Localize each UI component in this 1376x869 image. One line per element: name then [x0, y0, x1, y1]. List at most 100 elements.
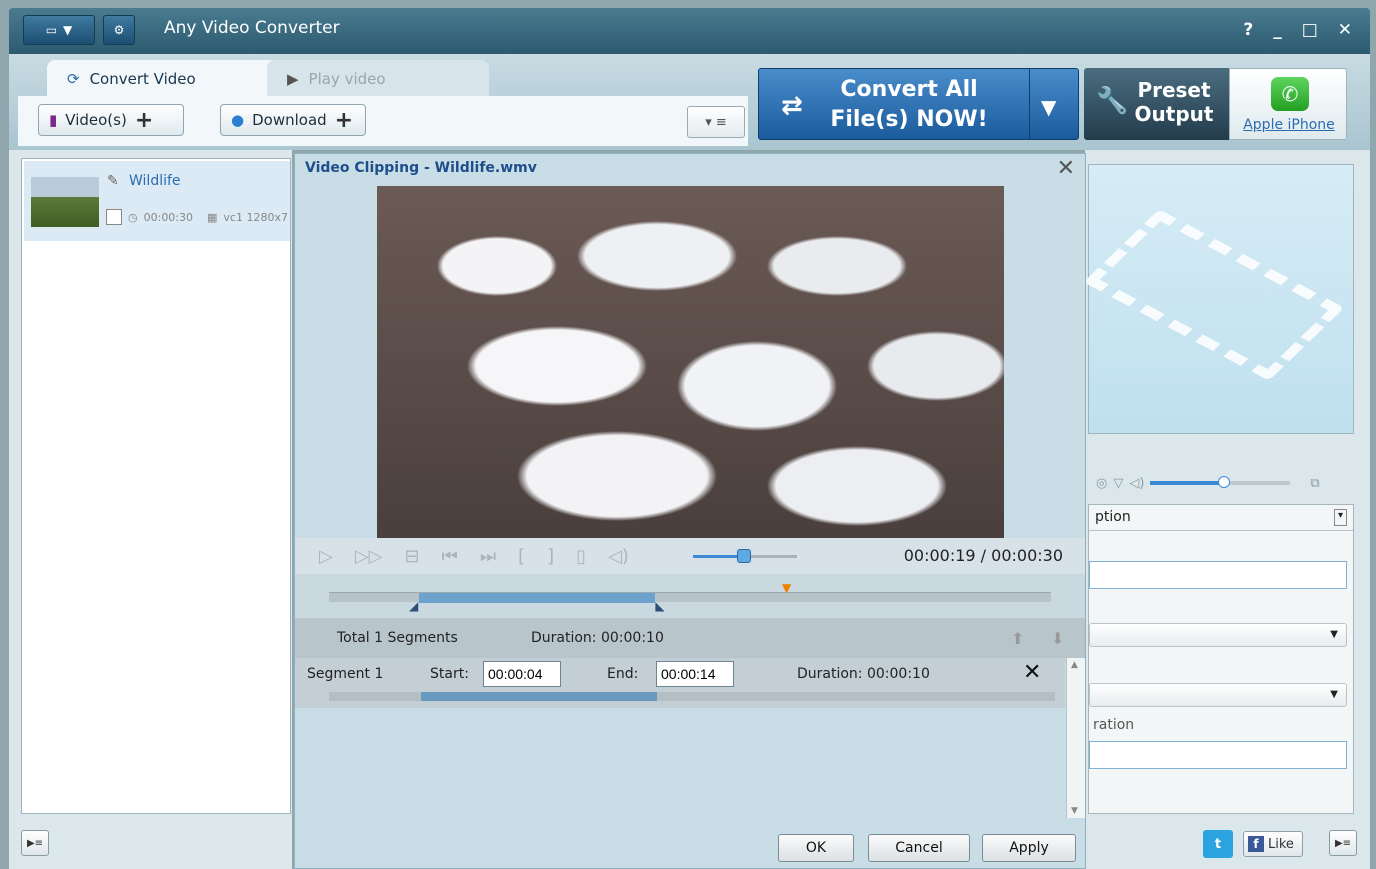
stop-icon[interactable]: ⊟	[405, 546, 420, 567]
tab-label: Play video	[308, 70, 386, 88]
play-icon[interactable]: ▷	[319, 546, 333, 567]
dialog-title: Video Clipping - Wildlife.wmv	[305, 160, 537, 176]
total-duration: Duration: 00:00:10	[531, 630, 664, 646]
download-button[interactable]: ● Download +	[220, 104, 366, 136]
start-label: Start:	[430, 666, 469, 682]
end-time-input[interactable]	[656, 661, 734, 687]
collapse-icon[interactable]: ▾	[1333, 509, 1347, 526]
video-thumbnail	[31, 177, 99, 227]
tab-label: Convert Video	[89, 70, 196, 88]
title-bar: ▭ ▼ ⚙ Any Video Converter ? _ □ ✕	[9, 8, 1370, 54]
segment-scrollbar[interactable]: ▲ ▼	[1066, 658, 1085, 818]
scroll-down-icon[interactable]: ▼	[1071, 806, 1078, 816]
option-select[interactable]: ▼	[1089, 683, 1347, 707]
download-label: Download	[252, 111, 327, 129]
minimize-button[interactable]: _	[1273, 20, 1282, 40]
sync-icon: ⇄	[781, 91, 803, 121]
playhead-marker[interactable]: ▼	[782, 581, 791, 595]
add-videos-label: Video(s)	[65, 111, 127, 129]
start-time-input[interactable]	[483, 661, 561, 687]
move-up-icon[interactable]: ⬆	[1011, 629, 1024, 648]
clip-timeline[interactable]: ▼ ◢ ◣	[295, 574, 1085, 618]
video-frame	[377, 186, 1004, 538]
close-button[interactable]: ✕	[1338, 20, 1352, 40]
gear-icon: ⚙	[113, 23, 125, 37]
segment-row[interactable]: Segment 1 Start: End: Duration: 00:00:10…	[295, 658, 1065, 708]
time-display: 00:00:19 / 00:00:30	[903, 546, 1063, 565]
total-segments: Total 1 Segments	[337, 630, 458, 646]
facebook-like-button[interactable]: f Like	[1243, 831, 1303, 857]
app-title: Any Video Converter	[164, 18, 340, 38]
help-button[interactable]: ?	[1243, 20, 1253, 40]
start-handle-icon[interactable]: ◢	[409, 599, 418, 613]
speaker-icon[interactable]: ◁)	[1129, 476, 1144, 491]
device-label: Apple iPhone	[1243, 117, 1335, 133]
convert-all-button[interactable]: ⇄ Convert All File(s) NOW! ▼	[758, 68, 1079, 140]
tab-convert-video[interactable]: ⟳ Convert Video	[47, 60, 279, 98]
file-name[interactable]: Wildlife	[129, 173, 181, 189]
sub-toolbar: ▮ Video(s) + ● Download +	[18, 96, 748, 146]
snapshot-icon[interactable]: ▯	[576, 546, 586, 567]
file-panel: ✎ Wildlife ◷ 00:00:30 ▦ vc1 1280x7 ▶≡	[9, 150, 292, 869]
timeline-selected-segment[interactable]	[419, 593, 656, 603]
chevron-down-icon[interactable]: ▼	[1041, 95, 1056, 119]
wrench-icon: 🔧	[1096, 86, 1129, 116]
options-panel: ption ▾ ▼ ▼ ration	[1088, 504, 1354, 814]
add-videos-button[interactable]: ▮ Video(s) +	[38, 104, 184, 136]
file-list: ✎ Wildlife ◷ 00:00:30 ▦ vc1 1280x7	[21, 158, 291, 814]
menu-icon: ▾ ≡	[705, 114, 727, 130]
list-item[interactable]: ✎ Wildlife ◷ 00:00:30 ▦ vc1 1280x7	[24, 161, 290, 241]
monitor-icon: ▭	[45, 23, 58, 37]
segments-header: Total 1 Segments Duration: 00:00:10 ⬆ ⬇	[295, 618, 1085, 658]
mark-start-icon[interactable]: [	[518, 546, 525, 567]
file-codec: vc1 1280x7	[223, 210, 288, 224]
prev-frame-icon[interactable]: ⏮	[442, 546, 458, 567]
maximize-button[interactable]: □	[1302, 20, 1318, 40]
toggle-panel-button[interactable]: ▶≡	[1329, 830, 1357, 856]
plus-icon: +	[334, 107, 354, 133]
file-checkbox[interactable]	[106, 209, 122, 225]
camera-icon[interactable]: ◎	[1096, 476, 1107, 491]
scroll-up-icon[interactable]: ▲	[1071, 660, 1078, 670]
chevron-down-icon: ▼	[63, 23, 73, 37]
mark-end-icon[interactable]: ]	[547, 546, 554, 567]
preview-controls: ◎ ▽ ◁) ⧉	[1088, 468, 1354, 498]
segment-name: Segment 1	[307, 666, 384, 682]
preset-output-button[interactable]: 🔧 Preset Output	[1084, 68, 1229, 140]
fullscreen-icon[interactable]: ⧉	[1310, 476, 1319, 491]
film-strip-icon	[1083, 209, 1345, 381]
apply-button[interactable]: Apply	[982, 834, 1076, 862]
close-icon[interactable]: ✕	[1057, 156, 1075, 181]
option-text-field[interactable]	[1089, 741, 1347, 769]
settings-button[interactable]: ⚙	[103, 15, 135, 45]
volume-slider[interactable]	[1150, 476, 1291, 488]
device-profile-button[interactable]: ✆ Apple iPhone	[1229, 68, 1347, 140]
next-frame-icon[interactable]: ⏭	[480, 546, 496, 567]
end-handle-icon[interactable]: ◣	[655, 599, 664, 613]
volume-slider[interactable]	[693, 549, 797, 563]
ok-button[interactable]: OK	[778, 834, 854, 862]
tab-play-video[interactable]: ▶ Play video	[267, 60, 489, 98]
delete-segment-icon[interactable]: ✕	[1023, 660, 1041, 685]
timeline-track[interactable]: ▼ ◢ ◣	[329, 581, 1051, 613]
option-select[interactable]: ▼	[1089, 623, 1347, 647]
speaker-icon[interactable]: ◁)	[608, 546, 629, 567]
menu-button[interactable]: ▭ ▼	[23, 15, 95, 45]
list-menu-button[interactable]: ▾ ≡	[687, 106, 745, 138]
cancel-button[interactable]: Cancel	[868, 834, 970, 862]
video-clipping-dialog: Video Clipping - Wildlife.wmv ✕ ▷ ▷▷ ⊟ ⏮…	[294, 153, 1086, 869]
phone-icon: ✆	[1271, 77, 1309, 111]
pencil-icon[interactable]: ✎	[107, 173, 119, 189]
ribbon: ⟳ Convert Video ▶ Play video ▮ Video(s) …	[9, 54, 1370, 150]
move-down-icon[interactable]: ⬇	[1051, 629, 1064, 648]
end-label: End:	[607, 666, 639, 682]
play-segment-icon[interactable]: ▷▷	[355, 546, 383, 567]
chevron-down-icon[interactable]: ▽	[1113, 476, 1123, 491]
video-codec-icon: ▦	[207, 210, 218, 224]
option-text-field[interactable]	[1089, 561, 1347, 589]
plus-icon: +	[134, 107, 154, 133]
toggle-panel-button[interactable]: ▶≡	[21, 830, 49, 856]
twitter-button[interactable]: t	[1203, 830, 1233, 858]
facebook-icon: f	[1248, 836, 1264, 852]
play-icon: ▶	[287, 70, 299, 88]
